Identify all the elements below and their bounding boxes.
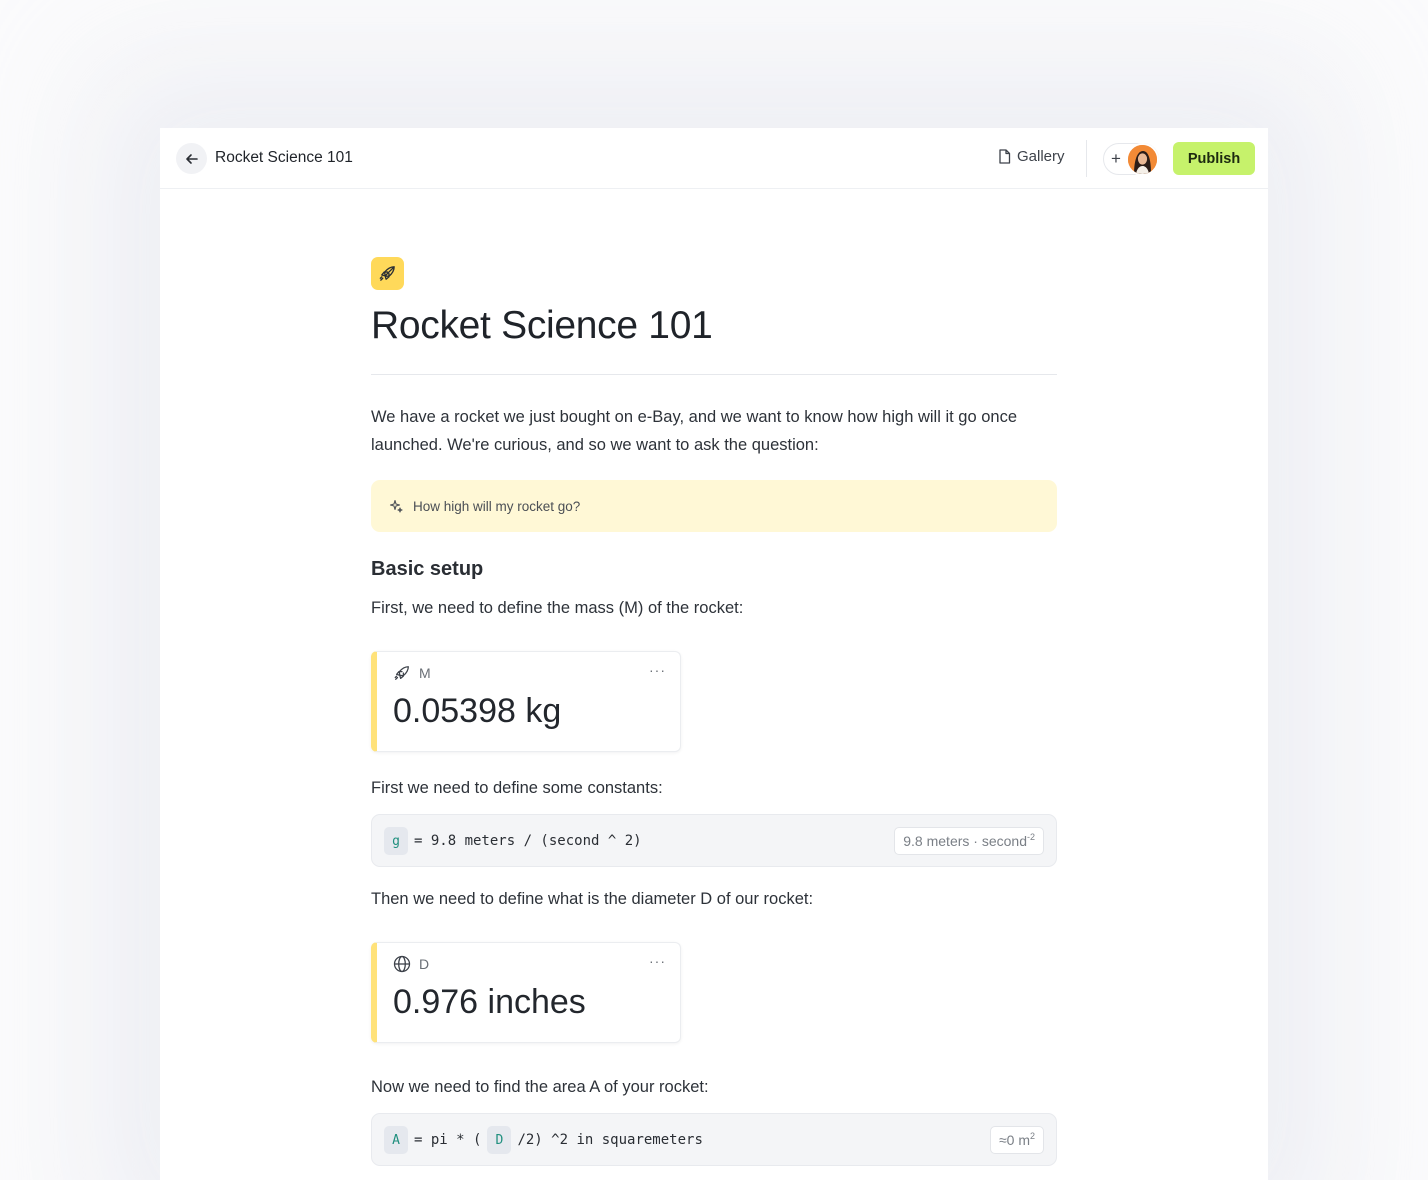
variable-token[interactable]: g [384,827,408,855]
question-callout[interactable]: How high will my rocket go? [371,480,1057,532]
gallery-button[interactable]: Gallery [998,148,1065,165]
result-exponent: -2 [1026,832,1035,842]
section-heading: Basic setup [371,558,484,580]
code-block-g[interactable]: g = 9.8 meters / (second ^ 2) 9.8 meters… [371,814,1057,867]
rocket-icon [379,266,395,281]
toolbar-divider [1086,140,1087,177]
code-line: g = 9.8 meters / (second ^ 2) [384,827,642,855]
result-badge: ≈0 m2 [989,1126,1044,1154]
document-icon [999,149,1011,164]
intro-line-2: launched. We're curious, and so we want … [371,436,819,454]
code-block-a[interactable]: A = pi * ( D /2) ^2 in squaremeters ≈0 m… [371,1113,1057,1166]
more-options-icon[interactable]: ··· [649,662,666,678]
publish-button[interactable]: Publish [1173,142,1255,175]
document-window: Rocket Science 101 Gallery + Publish Roc… [160,128,1268,1180]
code-expression: = 9.8 meters / (second ^ 2) [414,833,642,849]
plus-icon: + [1111,149,1121,168]
variable-token[interactable]: A [384,1126,408,1154]
diameter-intro: Then we need to define what is the diame… [371,890,814,908]
reference-token[interactable]: D [487,1126,512,1154]
mass-intro: First, we need to define the mass (M) of… [371,599,744,617]
code-line: A = pi * ( D /2) ^2 in squaremeters [384,1126,703,1154]
top-bar: Rocket Science 101 Gallery + Publish [160,128,1268,189]
result-badge: 9.8 meters · second -2 [894,827,1044,855]
add-collaborator-button[interactable]: + [1103,143,1159,176]
intro-paragraph: We have a rocket we just bought on e-Bay… [371,403,1017,459]
title-divider [371,374,1057,375]
back-button[interactable] [176,143,207,174]
document-title: Rocket Science 101 [215,149,353,166]
area-intro: Now we need to find the area A of your r… [371,1078,709,1096]
variable-value: 0.05398 kg [393,692,562,730]
variable-name: M [419,665,431,681]
globe-icon [393,955,411,973]
sparkle-icon [389,499,403,513]
arrow-left-icon [185,153,198,164]
more-options-icon[interactable]: ··· [649,953,666,969]
result-exponent: 2 [1029,1131,1035,1141]
gallery-label: Gallery [1017,148,1065,165]
diameter-variable-card[interactable]: D ··· 0.976 inches [371,942,681,1043]
result-value: 9.8 meters · second [903,833,1027,849]
code-expression-end: /2) ^2 in squaremeters [517,1132,703,1148]
intro-line-1: We have a rocket we just bought on e-Bay… [371,408,1018,426]
variable-value: 0.976 inches [393,983,586,1021]
variable-header: D [393,955,429,973]
variable-name: D [419,956,430,972]
callout-text: How high will my rocket go? [413,498,581,514]
avatar[interactable] [1126,143,1159,176]
mass-variable-card[interactable]: M ··· 0.05398 kg [371,651,681,752]
code-expression-start: = pi * ( [414,1132,482,1148]
rocket-icon [394,666,409,680]
page-icon[interactable] [371,257,404,290]
variable-header: M [393,664,431,682]
result-value: ≈0 m [998,1132,1030,1148]
constants-intro: First we need to define some constants: [371,779,663,797]
page-title: Rocket Science 101 [371,304,713,347]
